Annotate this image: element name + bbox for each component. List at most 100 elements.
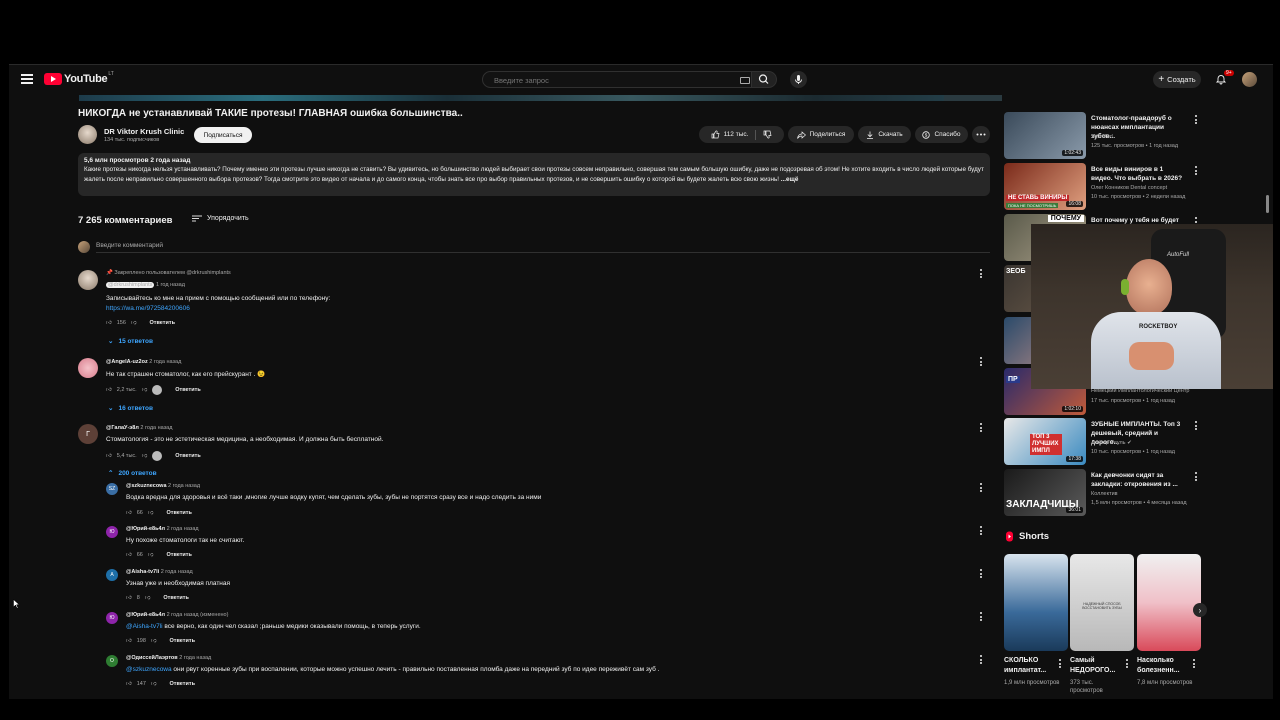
reply-button[interactable]: Ответить	[170, 638, 195, 644]
video-thumbnail[interactable]: 1:02:43	[1004, 112, 1086, 159]
short-thumbnail[interactable]	[1004, 554, 1068, 651]
reply-mention[interactable]: @Aisha-tv7li	[126, 623, 163, 630]
replies-toggle[interactable]: ⌄ 16 ответов	[108, 404, 153, 413]
comment-menu-icon[interactable]	[980, 357, 983, 368]
thumbs-down-icon[interactable]	[763, 130, 772, 139]
comment-author[interactable]: @ГалаУ-э8л	[106, 425, 139, 431]
short-thumbnail[interactable]: НАДЕЖНЫЙ СПОСОБ ВОССТАНОВИТЬ ЗУБЫ	[1070, 554, 1134, 651]
subscribe-button[interactable]: Подписаться	[194, 127, 252, 143]
thumbs-down-icon[interactable]: 👎︎	[142, 387, 148, 393]
comment-time[interactable]: 2 года назад	[149, 359, 181, 365]
search-box[interactable]	[482, 71, 757, 88]
reply-author[interactable]: @Юрий-е8ь4л	[126, 526, 165, 532]
comment-avatar[interactable]: Г	[78, 424, 98, 444]
thumbs-up-icon[interactable]: 👍︎	[106, 320, 112, 326]
reply-time[interactable]: 2 года назад	[179, 655, 211, 661]
comment-author[interactable]: @AngelA-uz2oz	[106, 359, 148, 365]
recommended-video[interactable]: ТОП 3 ЛУЧШИХ ИМПЛ 17:38 ЗУБНЫЕ ИМПЛАНТЫ.…	[1004, 418, 1199, 466]
sort-comments-button[interactable]: Упорядочить	[192, 215, 249, 222]
reply-time[interactable]: 2 года назад (изменено)	[167, 612, 229, 618]
account-avatar[interactable]	[1242, 72, 1257, 87]
video-menu-icon[interactable]	[1195, 472, 1198, 483]
channel-avatar[interactable]	[78, 125, 97, 144]
thumbs-up-icon[interactable]: 👍︎	[126, 552, 132, 558]
thumbs-down-icon[interactable]: 👎︎	[131, 320, 137, 326]
thumbs-up-icon[interactable]: 👍︎	[106, 453, 112, 459]
video-title[interactable]: Как девчонки сидят за закладки: откровен…	[1091, 471, 1186, 489]
thumbs-down-icon[interactable]: 👎︎	[151, 638, 157, 644]
download-button[interactable]: Скачать	[858, 126, 911, 143]
comment-avatar[interactable]	[78, 358, 98, 378]
short-menu-icon[interactable]	[1193, 659, 1196, 670]
reply-author[interactable]: @Aisha-tv7li	[126, 569, 159, 575]
comment-link[interactable]: https://wa.me/972584200606	[106, 305, 190, 312]
thanks-button[interactable]: $ Спасибо	[915, 126, 968, 143]
share-button[interactable]: Поделиться	[788, 126, 854, 143]
video-description[interactable]: 5,6 млн просмотров 2 года назад Какие пр…	[78, 153, 990, 196]
thumbs-down-icon[interactable]: 👎︎	[148, 552, 154, 558]
thumbs-down-icon[interactable]: 👎︎	[145, 595, 151, 601]
thumbs-up-icon[interactable]: 👍︎	[126, 510, 132, 516]
thumbs-up-icon[interactable]: 👍︎	[126, 638, 132, 644]
reply-avatar[interactable]: A	[106, 569, 118, 581]
menu-icon[interactable]	[21, 74, 33, 84]
short-menu-icon[interactable]	[1059, 659, 1062, 670]
comment-avatar[interactable]	[78, 270, 98, 290]
keyboard-icon[interactable]	[740, 77, 750, 84]
reply-mention[interactable]: @szkuznecowa	[126, 666, 172, 673]
more-actions-button[interactable]	[972, 126, 990, 143]
voice-search-button[interactable]	[790, 71, 807, 88]
reply-menu-icon[interactable]	[980, 526, 983, 537]
reply-button[interactable]: Ответить	[166, 552, 191, 558]
short-title[interactable]: СКОЛЬКО имплантат...	[1004, 656, 1060, 676]
description-more[interactable]: ...ещё	[781, 176, 799, 183]
thumbs-up-icon[interactable]: 👍︎	[126, 681, 132, 687]
search-input[interactable]	[492, 75, 716, 86]
reply-button[interactable]: Ответить	[170, 681, 195, 687]
short-title[interactable]: Насколько болезненн...	[1137, 656, 1193, 676]
reply-author[interactable]: @szkuznecowa	[126, 483, 167, 489]
reply-avatar[interactable]: Ю	[106, 612, 118, 624]
reply-author[interactable]: @ОдиссейЛаэртов	[126, 655, 178, 661]
video-channel-name[interactable]: Доктор Реуль	[1091, 440, 1126, 446]
thumbs-up-icon[interactable]: 👍︎	[126, 595, 132, 601]
page-scrollbar[interactable]	[1266, 195, 1269, 213]
create-button[interactable]: + Создать	[1153, 71, 1201, 88]
comment-time[interactable]: 1 год назад	[156, 282, 185, 288]
reply-author[interactable]: @Юрий-е8ь4л	[126, 612, 165, 618]
like-button[interactable]: 112 тыс.	[711, 130, 748, 139]
thumbs-down-icon[interactable]: 👎︎	[148, 510, 154, 516]
video-menu-icon[interactable]	[1195, 421, 1198, 432]
comment-menu-icon[interactable]	[980, 269, 983, 280]
reply-time[interactable]: 2 года назад	[168, 483, 200, 489]
video-player[interactable]	[79, 95, 999, 101]
reply-avatar[interactable]: SZ	[106, 483, 118, 495]
comment-time[interactable]: 2 года назад	[140, 425, 172, 431]
video-thumbnail[interactable]: ТОП 3 ЛУЧШИХ ИМПЛ 17:38	[1004, 418, 1086, 465]
comment-author[interactable]: @drkrushimplants	[106, 282, 155, 288]
video-menu-icon[interactable]	[1195, 166, 1198, 177]
thumbs-down-icon[interactable]: 👎︎	[142, 453, 148, 459]
video-thumbnail[interactable]: ЗАКЛАДЧИЦЫ 36:01	[1004, 469, 1086, 516]
reply-menu-icon[interactable]	[980, 655, 983, 666]
recommended-video[interactable]: ЗАКЛАДЧИЦЫ 36:01 Как девчонки сидят за з…	[1004, 469, 1199, 517]
video-title[interactable]: Все виды виниров в 1 видео. Что выбрать …	[1091, 165, 1186, 183]
video-channel[interactable]: YourMed	[1091, 134, 1113, 140]
recommended-video[interactable]: 1:02:43 Стоматолог-правдоруб о нюансах и…	[1004, 112, 1199, 160]
add-comment-input[interactable]: Введите комментарий	[96, 242, 163, 249]
thumbs-down-icon[interactable]: 👎︎	[151, 681, 157, 687]
short-title[interactable]: Самый НЕДОРОГО...	[1070, 656, 1126, 676]
video-channel[interactable]: Коллектив	[1091, 491, 1118, 497]
reply-time[interactable]: 2 года назад	[161, 569, 193, 575]
video-thumbnail[interactable]: НЕ СТАВЬ ВИНИРЫ ПОКА НЕ ПОСМОТРИШЬ 16:08	[1004, 163, 1086, 210]
replies-toggle[interactable]: ⌄ 15 ответов	[108, 337, 153, 346]
reply-menu-icon[interactable]	[980, 569, 983, 580]
reply-button[interactable]: Ответить	[175, 387, 200, 393]
reply-button[interactable]: Ответить	[163, 595, 188, 601]
video-menu-icon[interactable]	[1195, 115, 1198, 126]
youtube-logo[interactable]: YouTube LT	[44, 71, 114, 85]
channel-name[interactable]: DR Viktor Krush Clinic	[104, 127, 184, 136]
comment-menu-icon[interactable]	[980, 423, 983, 434]
video-channel[interactable]: Олег Конников Dental concept	[1091, 185, 1167, 191]
short-thumbnail[interactable]	[1137, 554, 1201, 651]
